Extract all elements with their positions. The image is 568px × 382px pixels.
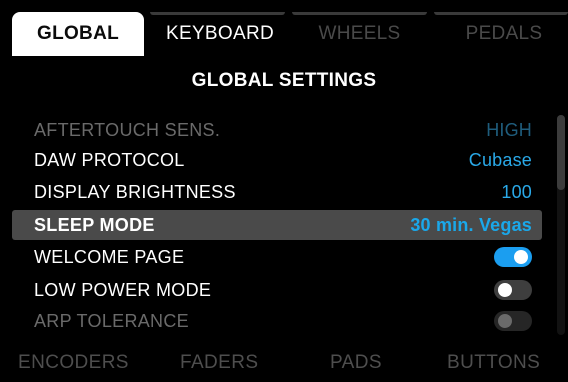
toggle-knob [498, 314, 512, 328]
setting-label: LOW POWER MODE [34, 279, 212, 300]
top-tab-bar: GLOBAL KEYBOARD WHEELS PEDALS [0, 0, 568, 56]
bottom-tab-faders[interactable]: FADERS [180, 352, 258, 378]
welcome-page-toggle[interactable] [494, 247, 532, 267]
tab-global[interactable]: GLOBAL [12, 12, 144, 56]
setting-label: SLEEP MODE [34, 214, 155, 235]
arp-tolerance-toggle[interactable] [494, 311, 532, 331]
tab-keyboard[interactable]: KEYBOARD [150, 12, 290, 56]
scrollbar-thumb[interactable] [557, 115, 565, 190]
tab-wheels[interactable]: WHEELS [292, 12, 427, 56]
setting-value: Cubase [468, 149, 532, 170]
setting-row-display-brightness[interactable]: DISPLAY BRIGHTNESS 100 [12, 177, 542, 207]
low-power-mode-toggle[interactable] [494, 280, 532, 300]
global-settings-screen: GLOBAL KEYBOARD WHEELS PEDALS GLOBAL SET… [0, 0, 568, 382]
setting-label: WELCOME PAGE [34, 246, 185, 267]
setting-value: 100 [501, 181, 532, 202]
setting-label: AFTERTOUCH SENS. [34, 119, 221, 140]
setting-row-arp-tolerance[interactable]: ARP TOLERANCE [12, 306, 542, 336]
setting-label: ARP TOLERANCE [34, 310, 189, 331]
setting-label: DAW PROTOCOL [34, 149, 185, 170]
bottom-tab-encoders[interactable]: ENCODERS [18, 352, 129, 378]
setting-row-aftertouch-sens[interactable]: AFTERTOUCH SENS. HIGH [12, 115, 542, 145]
setting-row-welcome-page[interactable]: WELCOME PAGE [12, 242, 542, 272]
section-title: GLOBAL SETTINGS [191, 70, 377, 91]
bottom-tab-pads[interactable]: PADS [330, 352, 382, 378]
tab-pedals[interactable]: PEDALS [440, 12, 568, 56]
setting-value: HIGH [486, 119, 532, 140]
toggle-knob [514, 250, 528, 264]
toggle-knob [498, 283, 512, 297]
bottom-tab-buttons[interactable]: BUTTONS [447, 352, 540, 378]
setting-value: 30 min. Vegas [410, 214, 532, 235]
setting-label: DISPLAY BRIGHTNESS [34, 181, 236, 202]
setting-row-daw-protocol[interactable]: DAW PROTOCOL Cubase [12, 145, 542, 175]
setting-row-low-power-mode[interactable]: LOW POWER MODE [12, 275, 542, 305]
setting-row-sleep-mode[interactable]: SLEEP MODE 30 min. Vegas [12, 210, 542, 240]
